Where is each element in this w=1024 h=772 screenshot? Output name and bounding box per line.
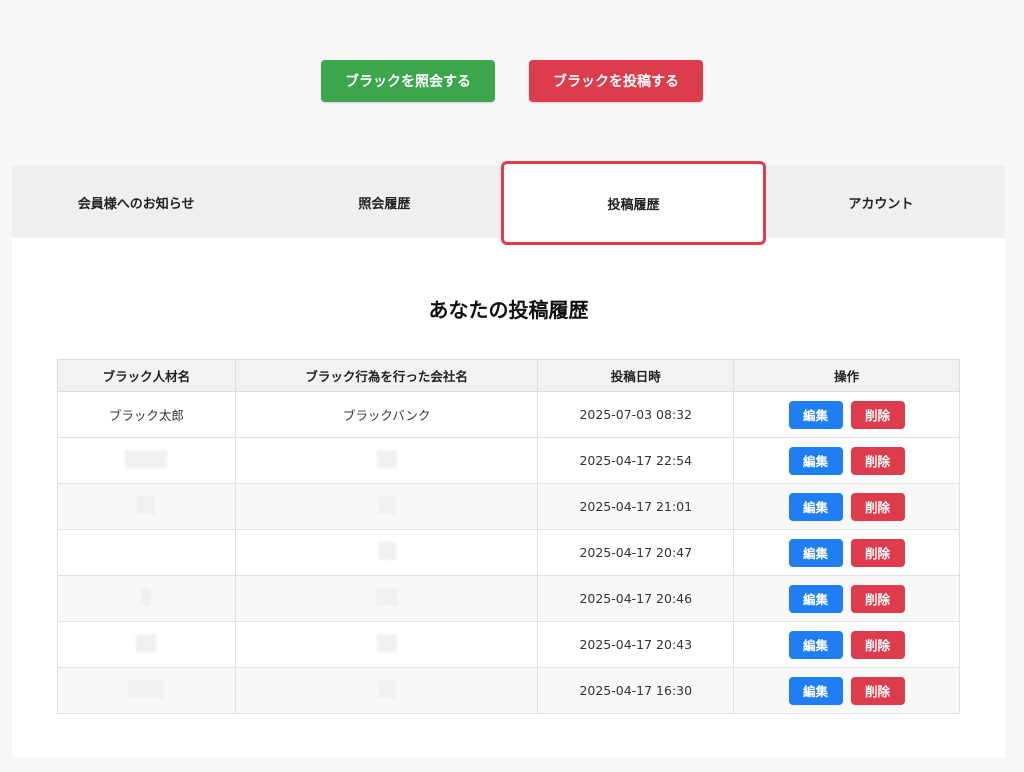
cell-date: 2025-07-03 08:32 <box>537 391 735 438</box>
redacted-company <box>377 542 396 560</box>
cell-operations: 編集 削除 <box>733 621 960 668</box>
edit-button[interactable]: 編集 <box>788 676 843 705</box>
page-title: あなたの投稿履歴 <box>428 298 589 322</box>
redacted-name <box>141 588 152 606</box>
header-date: 投稿日時 <box>537 359 735 392</box>
main-panel: 会員様へのお知らせ 照会履歴 アカウント 投稿履歴 あなたの投稿履歴 ブラック人… <box>12 161 1005 758</box>
inquire-black-button[interactable]: ブラックを照会する <box>321 60 495 102</box>
cell-name <box>57 667 236 714</box>
redacted-name <box>128 680 165 698</box>
redacted-company <box>377 496 396 514</box>
redacted-company <box>376 450 397 468</box>
cell-name <box>57 621 236 668</box>
header-name: ブラック人材名 <box>57 359 236 392</box>
cell-name <box>57 483 236 530</box>
cell-company <box>234 667 539 714</box>
cell-operations: 編集 削除 <box>733 529 960 576</box>
cell-operations: 編集 削除 <box>733 575 960 622</box>
cell-operations: 編集 削除 <box>733 391 960 438</box>
delete-button[interactable]: 削除 <box>850 492 905 521</box>
cell-company <box>234 529 539 576</box>
redacted-company <box>377 680 396 698</box>
redacted-name <box>137 496 156 514</box>
cell-operations: 編集 削除 <box>733 667 960 714</box>
cell-operations: 編集 削除 <box>733 437 960 484</box>
cell-date: 2025-04-17 16:30 <box>537 667 735 714</box>
redacted-name <box>125 450 168 468</box>
cell-name <box>57 529 236 576</box>
edit-button[interactable]: 編集 <box>788 584 843 613</box>
edit-button[interactable]: 編集 <box>788 446 843 475</box>
cell-date: 2025-04-17 20:46 <box>537 575 735 622</box>
cell-name: ブラック太郎 <box>57 391 236 438</box>
cell-company <box>234 621 539 668</box>
cell-company <box>234 575 539 622</box>
delete-button[interactable]: 削除 <box>850 676 905 705</box>
cell-name <box>57 575 236 622</box>
cell-date: 2025-04-17 20:43 <box>537 621 735 668</box>
tab-account[interactable]: アカウント <box>757 166 1005 238</box>
table-row: 2025-04-17 21:01 編集 削除 <box>57 483 960 530</box>
cell-name <box>57 437 236 484</box>
post-black-button[interactable]: ブラックを投稿する <box>529 60 703 102</box>
header-company: ブラック行為を行った会社名 <box>234 359 539 392</box>
delete-button[interactable]: 削除 <box>850 400 905 429</box>
edit-button[interactable]: 編集 <box>788 630 843 659</box>
redacted-name <box>136 634 157 652</box>
cell-company <box>234 437 539 484</box>
edit-button[interactable]: 編集 <box>788 538 843 567</box>
delete-button[interactable]: 削除 <box>850 584 905 613</box>
cell-company: ブラックバンク <box>234 391 539 438</box>
delete-button[interactable]: 削除 <box>850 538 905 567</box>
tab-bar: 会員様へのお知らせ 照会履歴 アカウント 投稿履歴 <box>12 161 1005 245</box>
header-operations: 操作 <box>733 359 960 392</box>
edit-button[interactable]: 編集 <box>788 492 843 521</box>
top-actions: ブラックを照会する ブラックを投稿する <box>0 60 1024 102</box>
redacted-company <box>375 588 398 606</box>
cell-date: 2025-04-17 20:47 <box>537 529 735 576</box>
delete-button[interactable]: 削除 <box>850 446 905 475</box>
table-row: 2025-04-17 16:30 編集 削除 <box>57 667 960 714</box>
table-row: 2025-04-17 20:47 編集 削除 <box>57 529 960 576</box>
cell-date: 2025-04-17 22:54 <box>537 437 735 484</box>
table-row: ブラック太郎 ブラックバンク 2025-07-03 08:32 編集 削除 <box>57 391 960 438</box>
tab-inquiry-history[interactable]: 照会履歴 <box>260 166 508 238</box>
table-row: 2025-04-17 22:54 編集 削除 <box>57 437 960 484</box>
cell-date: 2025-04-17 21:01 <box>537 483 735 530</box>
tab-post-history[interactable]: 投稿履歴 <box>501 161 766 245</box>
tab-member-notices[interactable]: 会員様へのお知らせ <box>12 166 260 238</box>
redacted-company <box>376 634 397 652</box>
cell-operations: 編集 削除 <box>733 483 960 530</box>
cell-company <box>234 483 539 530</box>
table-header-row: ブラック人材名 ブラック行為を行った会社名 投稿日時 操作 <box>57 359 960 392</box>
table-row: 2025-04-17 20:43 編集 削除 <box>57 621 960 668</box>
post-history-table: ブラック人材名 ブラック行為を行った会社名 投稿日時 操作 ブラック太郎 ブラッ… <box>57 359 960 714</box>
edit-button[interactable]: 編集 <box>788 400 843 429</box>
table-row: 2025-04-17 20:46 編集 削除 <box>57 575 960 622</box>
delete-button[interactable]: 削除 <box>850 630 905 659</box>
